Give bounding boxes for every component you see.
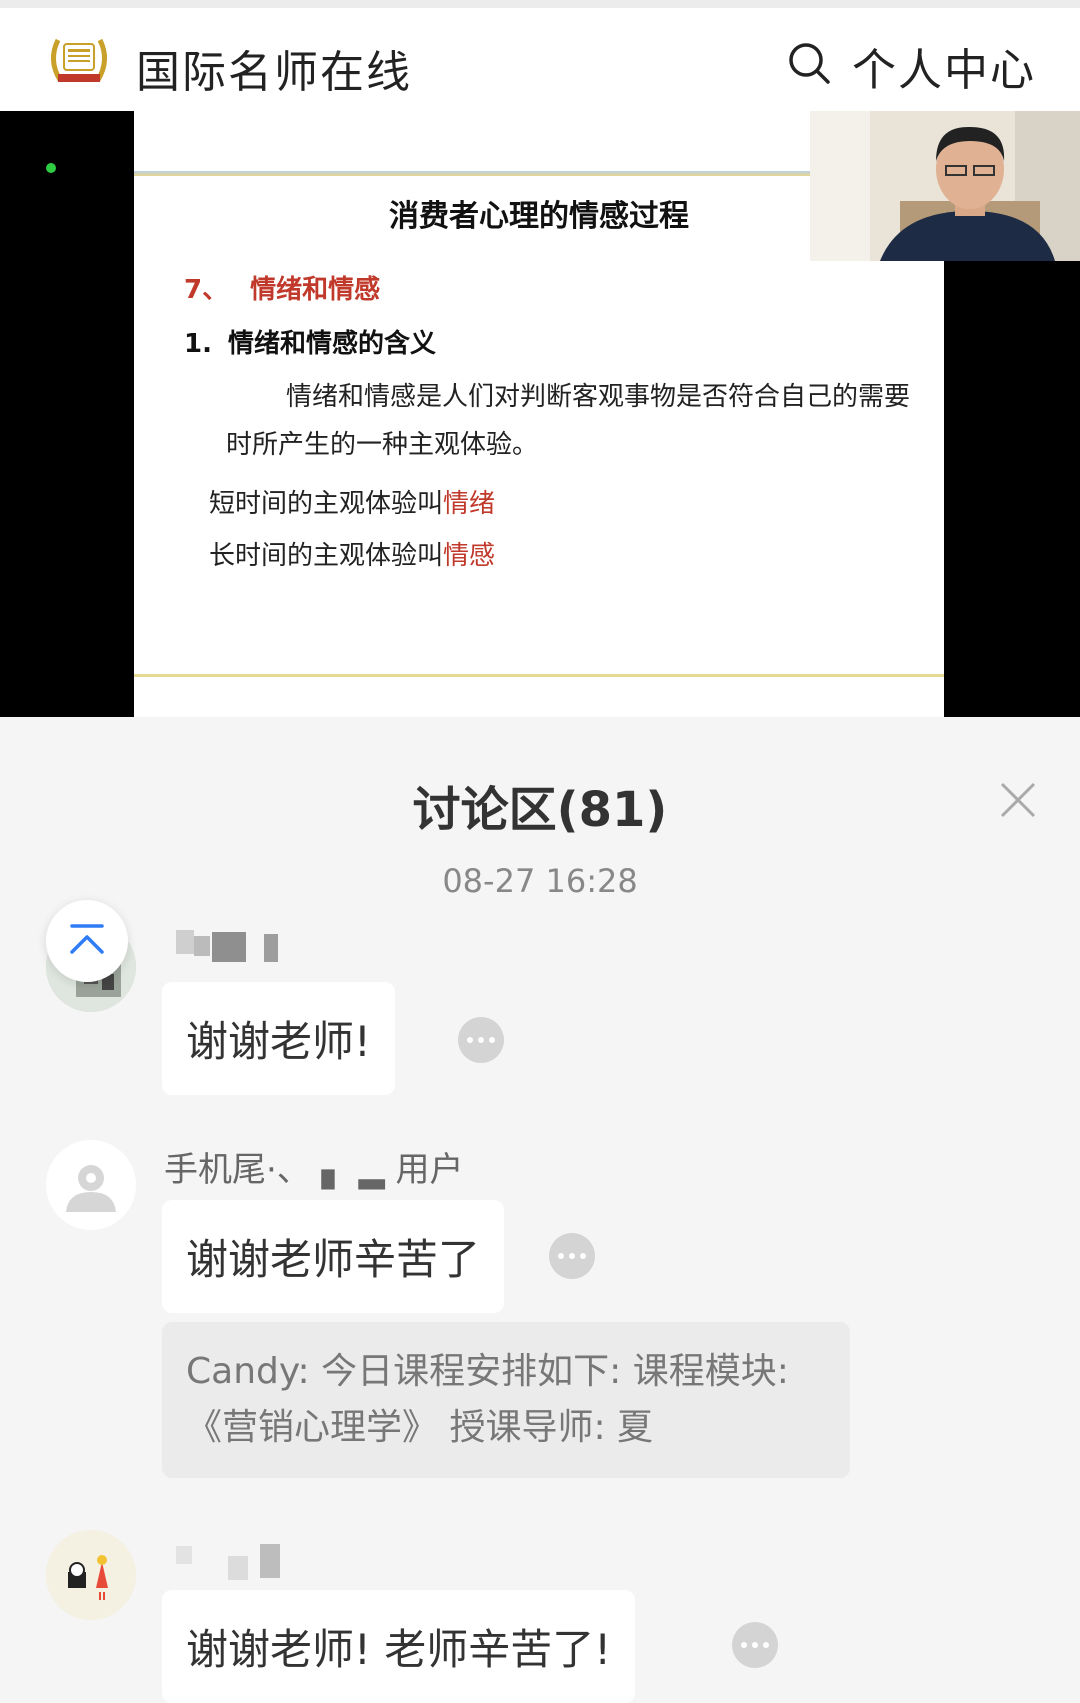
redaction-block [176,1546,192,1564]
app-header: 国际名师在线 个人中心 [0,8,1080,111]
slide-subheading: 1. 情绪和情感的含义 [184,323,436,360]
quoted-message[interactable]: Candy: 今日课程安排如下: 课程模块: 《营销心理学》 授课导师: 夏 [162,1322,850,1478]
subheading-number: 1. [184,329,212,359]
message-bubble[interactable]: 谢谢老师辛苦了 [162,1200,505,1313]
slide-section-heading: 7、 情绪和情感 [184,269,380,306]
redaction-block [212,932,246,962]
redaction-block [194,936,210,956]
slide-paragraph: 情绪和情感是人们对判断客观事物是否符合自己的需要时所产生的一种主观体验。 [226,382,911,460]
line-prefix: 短时间的主观体验叫 [209,489,444,519]
teacher-camera-view[interactable] [810,111,1080,261]
search-icon[interactable] [786,40,832,86]
message-bubble[interactable]: 谢谢老师! 老师辛苦了! [162,1590,636,1703]
section-number: 7、 [184,275,229,305]
discussion-title: 讨论区(81) [412,782,668,838]
message-timestamp: 08-27 16:28 [442,862,638,900]
live-video-player[interactable]: 消费者心理的情感过程 7、 情绪和情感 1. 情绪和情感的含义 情绪和情感是人们对判… [0,111,1080,717]
avatar[interactable] [46,1530,136,1620]
redaction-block [264,934,278,962]
more-options-icon[interactable] [549,1233,595,1279]
slide-line-emotion: 短时间的主观体验叫情绪 [209,483,495,520]
more-options-icon[interactable] [732,1622,778,1668]
close-icon[interactable] [998,780,1038,820]
redaction-block [176,930,194,954]
line-prefix: 长时间的主观体验叫 [209,541,444,571]
message-bubble[interactable]: 谢谢老师! [162,982,395,1095]
subheading-title: 情绪和情感的含义 [227,329,436,359]
slide-divider [134,171,812,176]
live-indicator [46,163,56,173]
slide-divider [134,674,944,677]
user-center-link[interactable]: 个人中心 [852,34,1036,98]
scroll-to-top-icon[interactable] [46,900,128,982]
status-strip [0,0,1080,8]
section-title: 情绪和情感 [250,275,381,305]
slide-line-feeling: 长时间的主观体验叫情感 [209,535,495,572]
line-keyword: 情感 [443,541,496,571]
app-title: 国际名师在线 [136,47,412,98]
more-options-icon[interactable] [458,1017,504,1063]
laurel-logo-icon[interactable] [44,30,114,90]
default-user-avatar-icon[interactable] [46,1140,136,1230]
redaction-block [228,1556,248,1580]
redaction-block [260,1544,280,1578]
line-keyword: 情绪 [443,489,496,519]
username: 手机尾·、 ▖ ▂ 用户 [164,1150,464,1190]
